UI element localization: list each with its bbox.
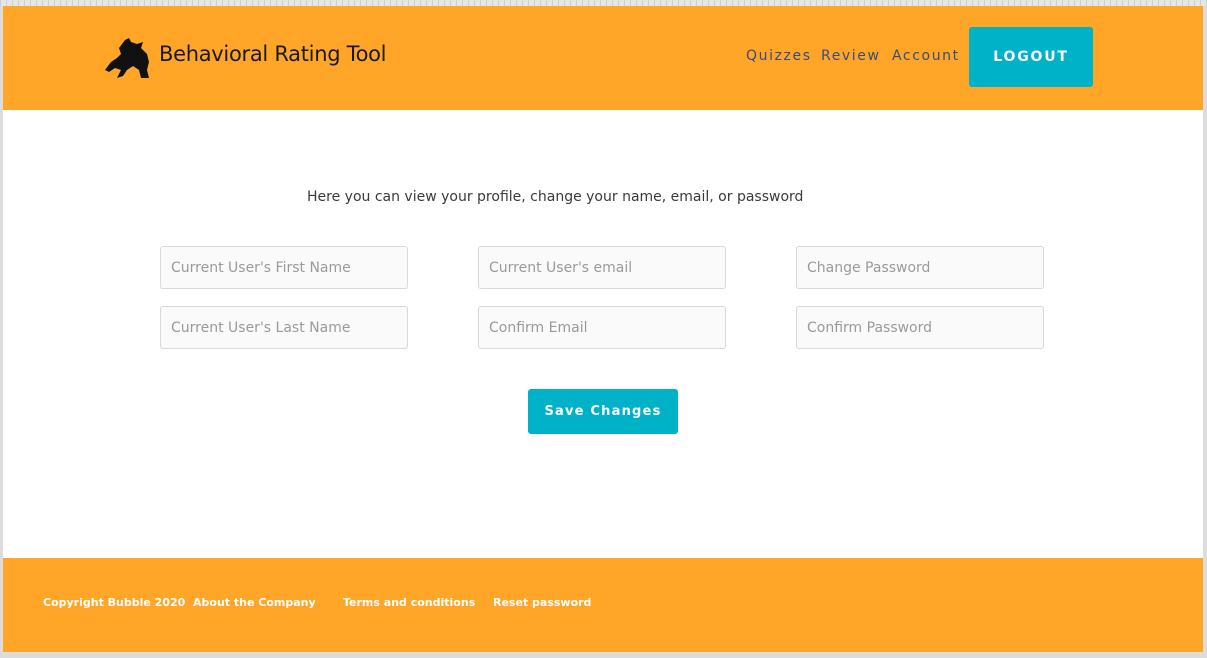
app-frame: Behavioral Rating Tool Quizzes Review Ac… — [3, 6, 1203, 652]
footer-bar: Copyright Bubble 2020 About the Company … — [3, 558, 1203, 652]
header-bar: Behavioral Rating Tool Quizzes Review Ac… — [3, 6, 1203, 110]
footer-terms-link[interactable]: Terms and conditions — [343, 596, 475, 609]
horse-silhouette-icon — [105, 38, 149, 78]
last-name-field[interactable] — [160, 306, 408, 349]
logout-button[interactable]: LOGOUT — [969, 27, 1093, 87]
first-name-field[interactable] — [160, 246, 408, 289]
save-changes-button[interactable]: Save Changes — [528, 389, 678, 434]
footer-reset-password-link[interactable]: Reset password — [493, 596, 591, 609]
footer-about-link[interactable]: About the Company — [193, 596, 316, 609]
profile-intro-text: Here you can view your profile, change y… — [307, 189, 804, 205]
nav-account[interactable]: Account — [892, 48, 960, 64]
footer-copyright: Copyright Bubble 2020 — [43, 596, 186, 609]
change-password-field[interactable] — [796, 246, 1044, 289]
email-field[interactable] — [478, 246, 726, 289]
confirm-email-field[interactable] — [478, 306, 726, 349]
nav-quizzes[interactable]: Quizzes — [746, 48, 812, 64]
nav-review[interactable]: Review — [821, 48, 881, 64]
app-title: Behavioral Rating Tool — [159, 42, 387, 66]
confirm-password-field[interactable] — [796, 306, 1044, 349]
